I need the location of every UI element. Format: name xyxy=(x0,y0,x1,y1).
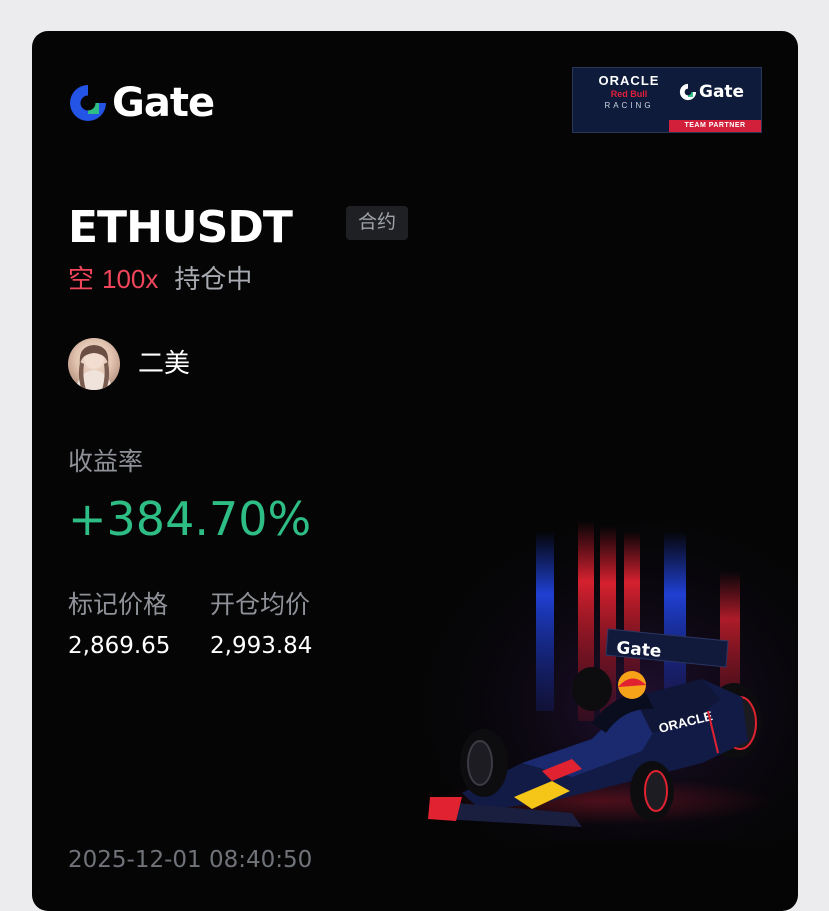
racing-text: RACING xyxy=(604,101,654,110)
contract-type-badge: 合约 xyxy=(346,206,408,240)
trading-pair: ETHUSDT xyxy=(68,202,293,253)
share-timestamp: 2025-12-01 08:40:50 xyxy=(68,847,313,873)
mark-price-block: 标记价格 2,869.65 xyxy=(68,589,170,661)
entry-price-block: 开仓均价 2,993.84 xyxy=(210,589,312,661)
gate-logo-icon xyxy=(679,83,697,101)
roi-value: +384.70% xyxy=(68,492,312,546)
leverage: 100x xyxy=(102,264,159,294)
red-bull-text: Red Bull xyxy=(610,89,648,99)
user-name: 二美 xyxy=(138,348,191,378)
team-partner-badge: ORACLE Red Bull RACING Gate TEAM PARTNER xyxy=(572,67,762,133)
position-info-row: 空 100x 持仓中 xyxy=(68,263,252,295)
entry-price-value: 2,993.84 xyxy=(210,633,313,659)
entry-price-label: 开仓均价 xyxy=(210,591,311,619)
gate-logo-icon xyxy=(70,85,106,121)
position-side: 空 xyxy=(68,264,95,294)
position-status: 持仓中 xyxy=(174,264,253,294)
f1-car-image: Gate ORACLE xyxy=(402,501,798,841)
partner-gate-logo: Gate xyxy=(679,82,744,102)
svg-text:Gate: Gate xyxy=(616,638,663,662)
partner-gate-text: Gate xyxy=(699,82,745,102)
gate-logo: Gate xyxy=(68,80,215,126)
avatar-image xyxy=(76,345,112,390)
oracle-text: ORACLE xyxy=(598,73,660,88)
brand-name: Gate xyxy=(112,80,215,126)
position-share-card: Gate ORACLE Red Bull RACING Gate TEAM PA… xyxy=(32,31,798,911)
mark-price-value: 2,869.65 xyxy=(68,633,171,659)
roi-label: 收益率 xyxy=(68,448,144,476)
user-avatar xyxy=(68,338,120,390)
team-partner-strip: TEAM PARTNER xyxy=(669,120,761,132)
redbull-racing-logo: ORACLE Red Bull RACING xyxy=(583,74,675,112)
mark-price-label: 标记价格 xyxy=(68,591,169,619)
